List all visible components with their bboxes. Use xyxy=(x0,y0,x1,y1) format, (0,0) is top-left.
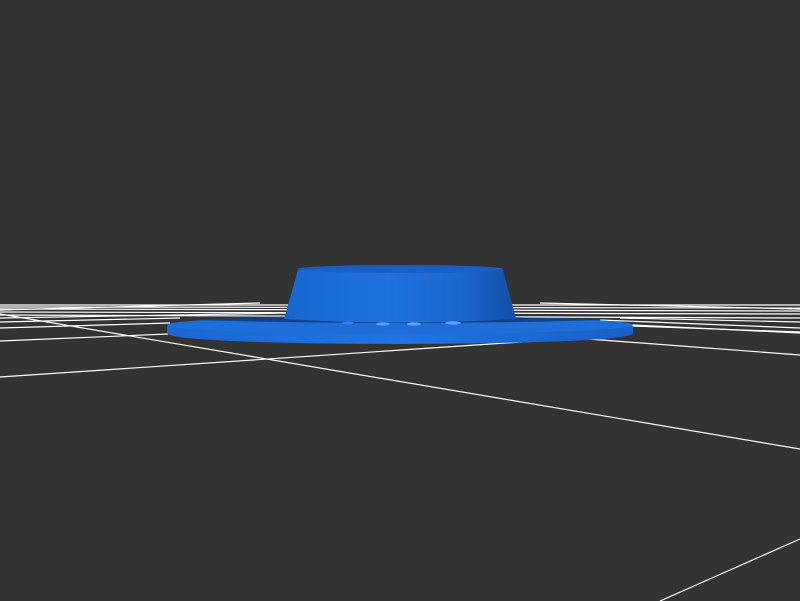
grid-line xyxy=(0,337,581,378)
cap-top xyxy=(297,265,503,273)
grid-line xyxy=(574,337,800,356)
grid-line xyxy=(0,322,171,329)
flange-hole xyxy=(342,321,354,325)
flange-hole xyxy=(376,322,390,326)
scene-canvas[interactable] xyxy=(0,0,800,601)
cap-body xyxy=(284,267,516,323)
grid-line xyxy=(659,538,800,601)
flange-hole xyxy=(407,322,421,326)
ground-grid xyxy=(0,302,800,601)
flange-hole xyxy=(445,321,461,325)
3d-viewport[interactable] xyxy=(0,0,800,601)
